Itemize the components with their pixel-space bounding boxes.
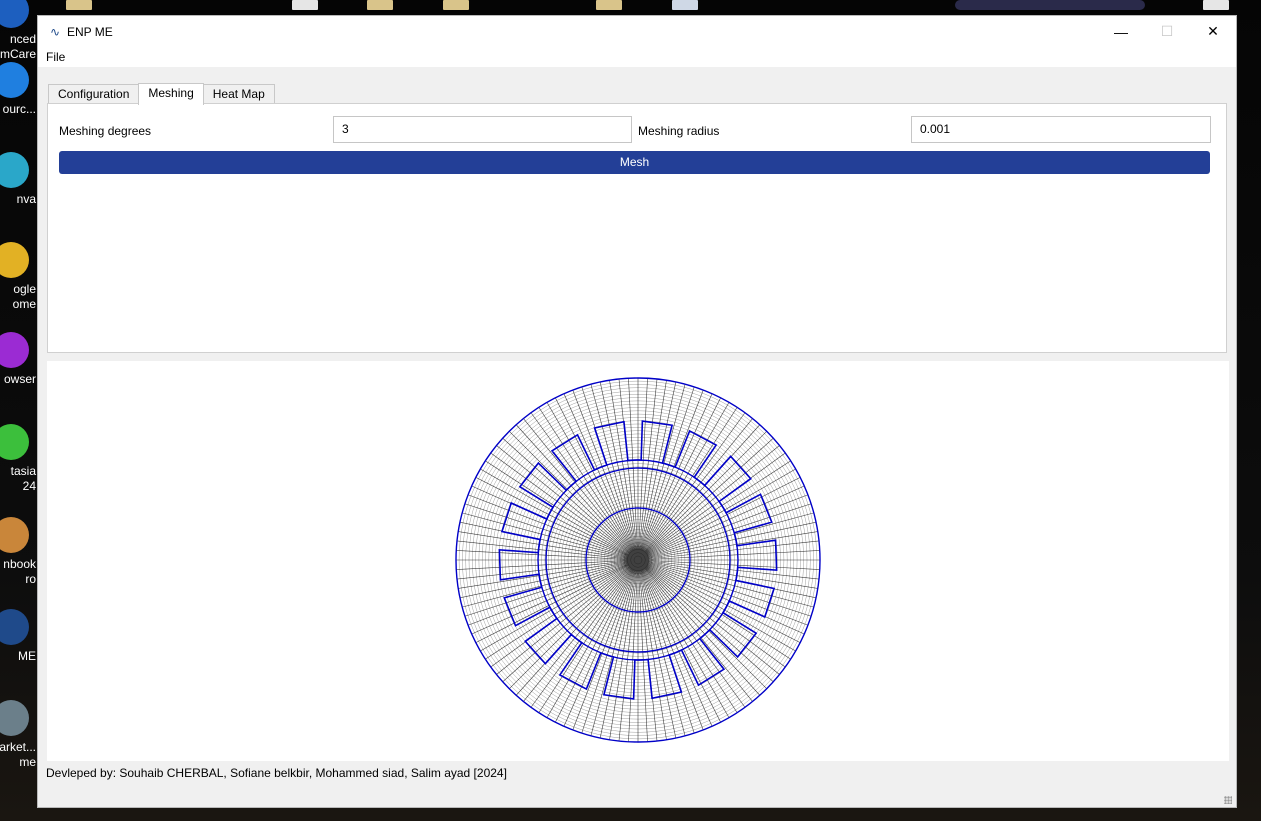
maximize-button[interactable]: ☐	[1144, 16, 1190, 47]
app-window: ∿ ENP ME — ☐ ✕ File Configuration Meshin…	[37, 15, 1237, 808]
app-shortcut-icon	[0, 700, 29, 736]
desktop-icon[interactable]: owser	[0, 332, 36, 387]
tab-heat-map[interactable]: Heat Map	[202, 84, 275, 104]
desktop-icon-label: ME	[18, 649, 36, 663]
meshing-panel: Meshing degrees 3 Meshing radius 0.001 M…	[47, 103, 1227, 353]
desktop-icon[interactable]: ME	[0, 609, 36, 664]
desktop-icon[interactable]: tasia 24	[0, 424, 36, 494]
title-bar[interactable]: ∿ ENP ME — ☐ ✕	[38, 16, 1236, 47]
desktop-icon[interactable]: nva	[0, 152, 36, 207]
app-shortcut-icon	[0, 517, 29, 553]
resize-grip[interactable]	[1224, 796, 1232, 804]
mesh-plot	[455, 377, 821, 743]
desktop-icon-label: owser	[3, 372, 36, 386]
desktop-icon[interactable]: arket... me	[0, 700, 36, 770]
menu-bar: File	[38, 47, 1236, 67]
meshing-degrees-label: Meshing degrees	[59, 124, 152, 138]
app-shortcut-icon	[0, 62, 29, 98]
mesh-canvas[interactable]	[47, 361, 1229, 761]
desktop-icon[interactable]: ogle ome	[0, 242, 36, 312]
credits-text: Devleped by: Souhaib CHERBAL, Sofiane be…	[46, 766, 507, 780]
desktop-icon-label: tasia 24	[10, 464, 36, 493]
meshing-degrees-input[interactable]: 3	[333, 116, 632, 143]
window-title: ENP ME	[67, 24, 113, 39]
meshing-radius-input[interactable]: 0.001	[911, 116, 1211, 143]
mesh-button[interactable]: Mesh	[59, 151, 1210, 174]
app-shortcut-icon	[0, 332, 29, 368]
app-shortcut-icon	[0, 152, 29, 188]
desktop-icon[interactable]: nbook ro	[0, 517, 36, 587]
desktop-icon[interactable]: ourc...	[0, 62, 36, 117]
mesh-radial-lines	[456, 378, 820, 742]
app-shortcut-icon	[0, 609, 29, 645]
tab-configuration[interactable]: Configuration	[48, 84, 140, 104]
meshing-radius-label: Meshing radius	[638, 124, 720, 138]
app-logo-icon: ∿	[49, 24, 61, 39]
desktop-icon-label: arket... me	[0, 740, 36, 769]
desktop-icon-label: nced mCare	[0, 32, 36, 61]
app-shortcut-icon	[0, 0, 29, 28]
minimize-button[interactable]: —	[1098, 16, 1144, 47]
app-shortcut-icon	[0, 242, 29, 278]
app-shortcut-icon	[0, 424, 29, 460]
tab-meshing[interactable]: Meshing	[138, 83, 204, 105]
tab-bar: Configuration Meshing Heat Map	[48, 83, 275, 105]
close-button[interactable]: ✕	[1190, 16, 1236, 47]
desktop-icon-label: nbook ro	[3, 557, 36, 586]
desktop-icon[interactable]: nced mCare	[0, 0, 36, 62]
desktop-icon-label: ogle ome	[12, 282, 36, 311]
desktop-icon-label: nva	[16, 192, 36, 206]
desktop-icon-label: ourc...	[2, 102, 36, 116]
menu-file[interactable]: File	[45, 50, 66, 64]
